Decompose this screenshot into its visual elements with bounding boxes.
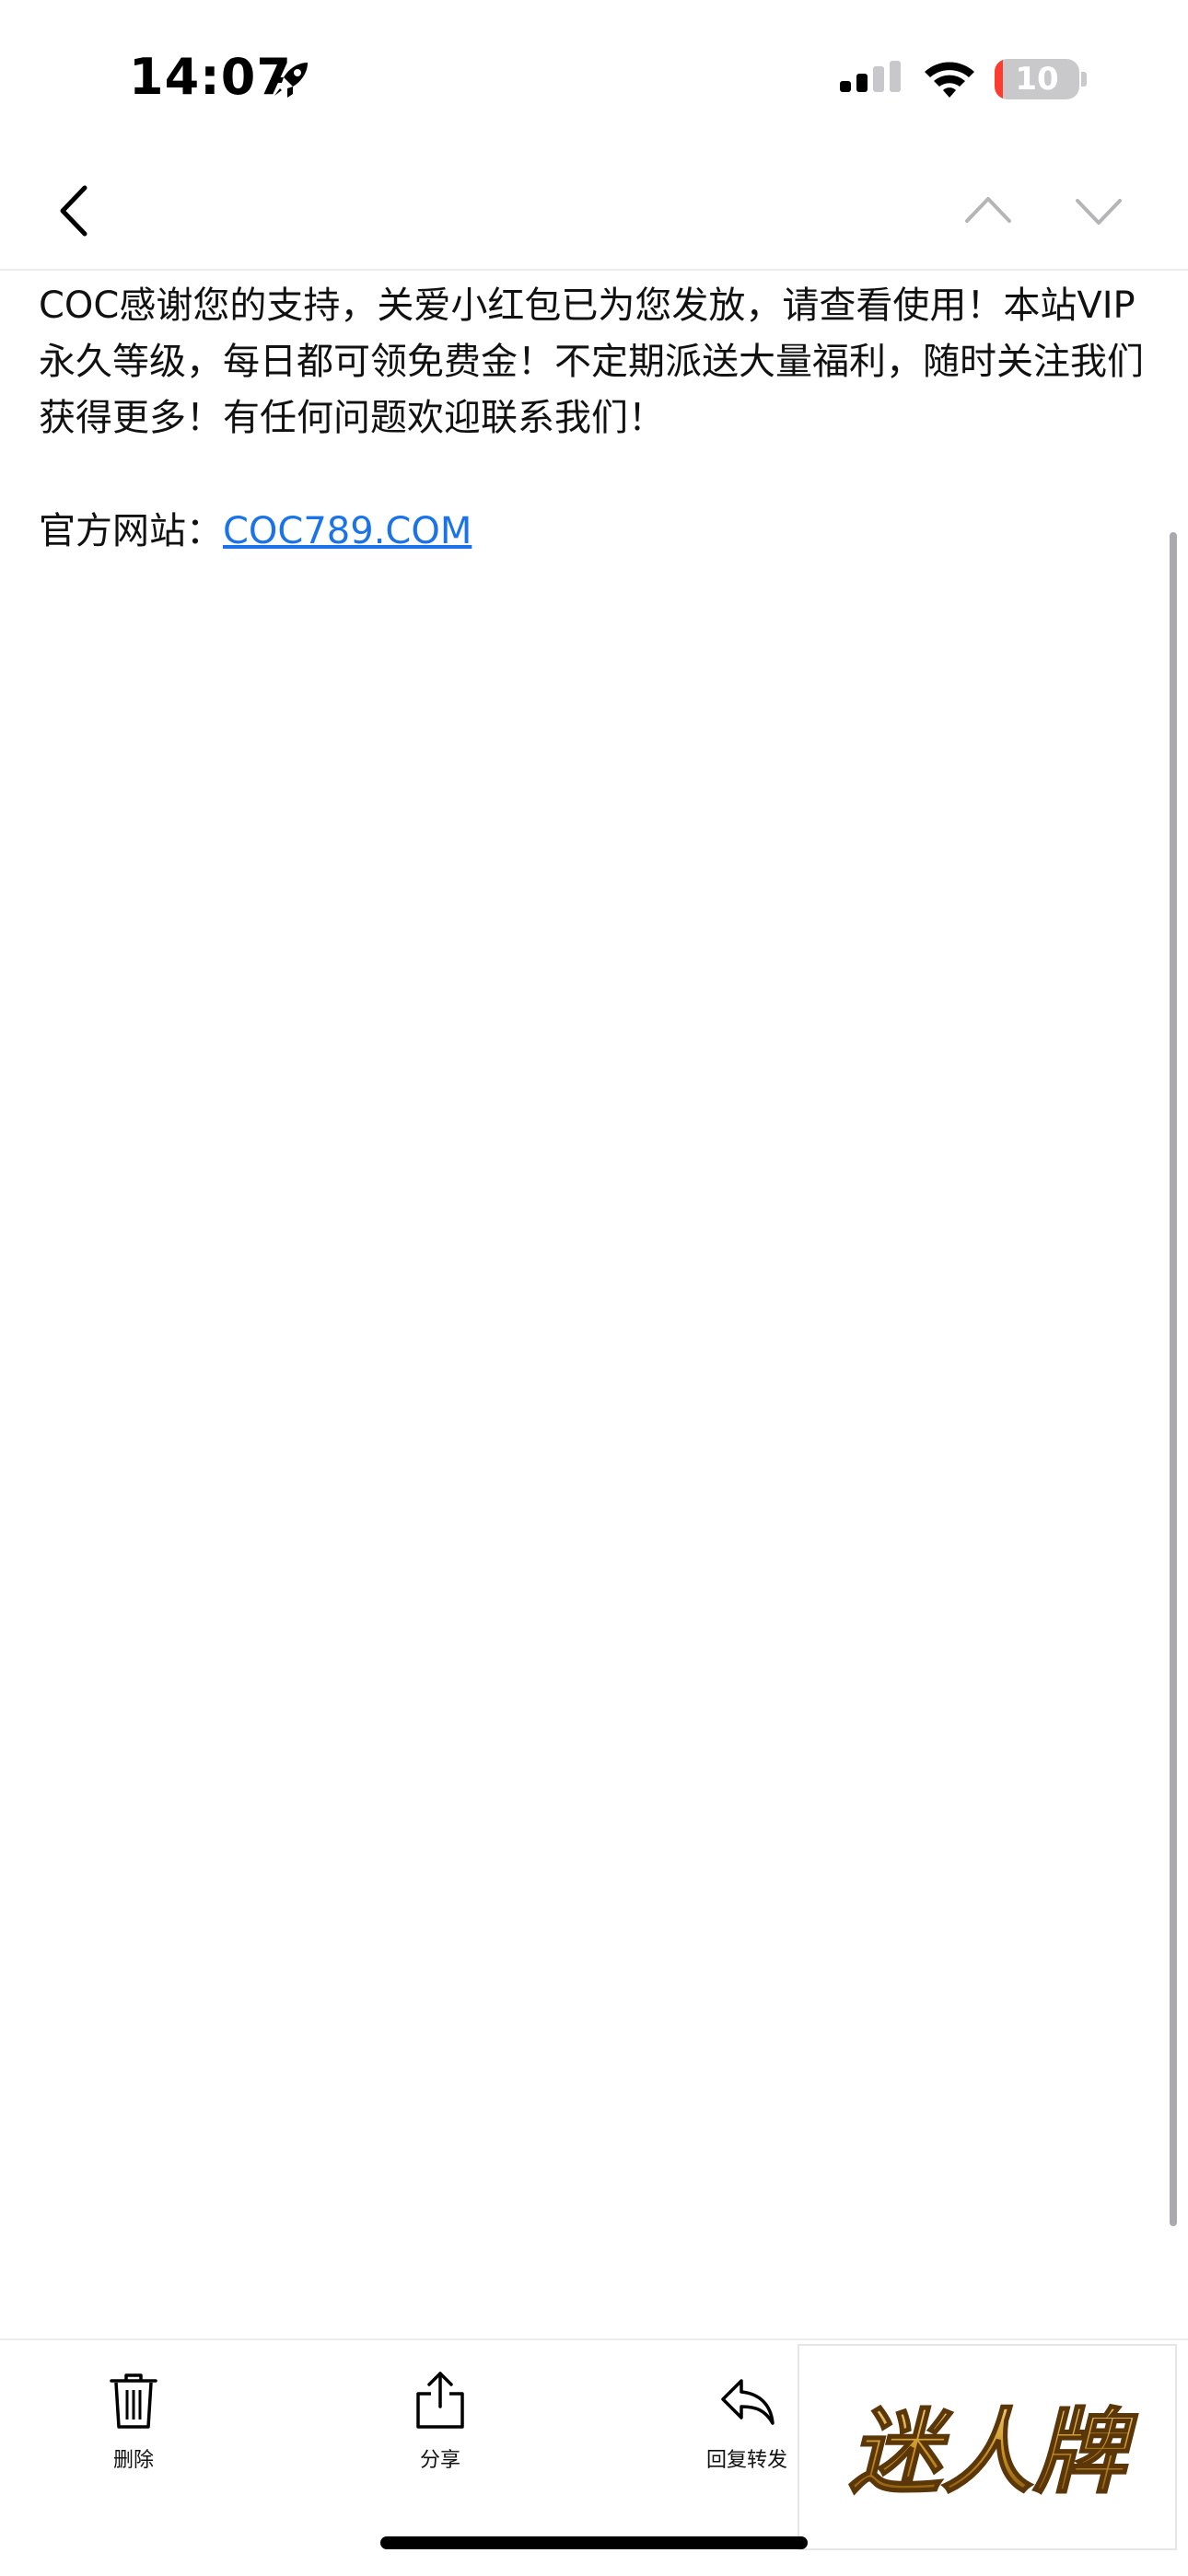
battery-indicator: 10 bbox=[995, 59, 1079, 99]
home-indicator[interactable] bbox=[380, 2536, 808, 2549]
battery-percent: 10 bbox=[1015, 61, 1059, 98]
scrollbar[interactable] bbox=[1170, 532, 1177, 2226]
nav-bar bbox=[0, 157, 1188, 271]
battery-nub bbox=[1081, 72, 1087, 87]
share-icon bbox=[416, 2372, 464, 2429]
message-content: COC感谢您的支持，关爱小红包已为您发放，请查看使用！本站VIP永久等级，每日都… bbox=[39, 278, 1153, 560]
trash-icon bbox=[110, 2373, 157, 2429]
ad-logo-text: 迷人牌 bbox=[849, 2398, 1138, 2506]
back-button[interactable] bbox=[46, 179, 101, 243]
previous-message-button[interactable] bbox=[958, 180, 1019, 241]
share-button[interactable]: 分享 bbox=[362, 2372, 518, 2473]
rocket-icon bbox=[273, 63, 308, 98]
official-site-link[interactable]: COC789.COM bbox=[223, 510, 472, 552]
status-bar: 14:07 10 bbox=[0, 0, 1188, 157]
official-site-label: 官方网站： bbox=[39, 510, 223, 552]
wifi-icon bbox=[925, 62, 974, 98]
ad-logo: 迷人牌 bbox=[848, 2397, 1139, 2507]
delete-label: 删除 bbox=[112, 2449, 154, 2472]
ad-banner[interactable]: 迷人牌 bbox=[798, 2344, 1177, 2550]
message-body: COC感谢您的支持，关爱小红包已为您发放，请查看使用！本站VIP永久等级，每日都… bbox=[39, 284, 1144, 439]
cellular-signal-icon bbox=[840, 61, 901, 92]
next-message-button[interactable] bbox=[1068, 180, 1129, 241]
delete-button[interactable]: 删除 bbox=[55, 2372, 212, 2473]
reply-icon bbox=[721, 2379, 775, 2425]
share-label: 分享 bbox=[419, 2449, 460, 2472]
official-site-line: 官方网站：COC789.COM bbox=[39, 504, 1153, 560]
